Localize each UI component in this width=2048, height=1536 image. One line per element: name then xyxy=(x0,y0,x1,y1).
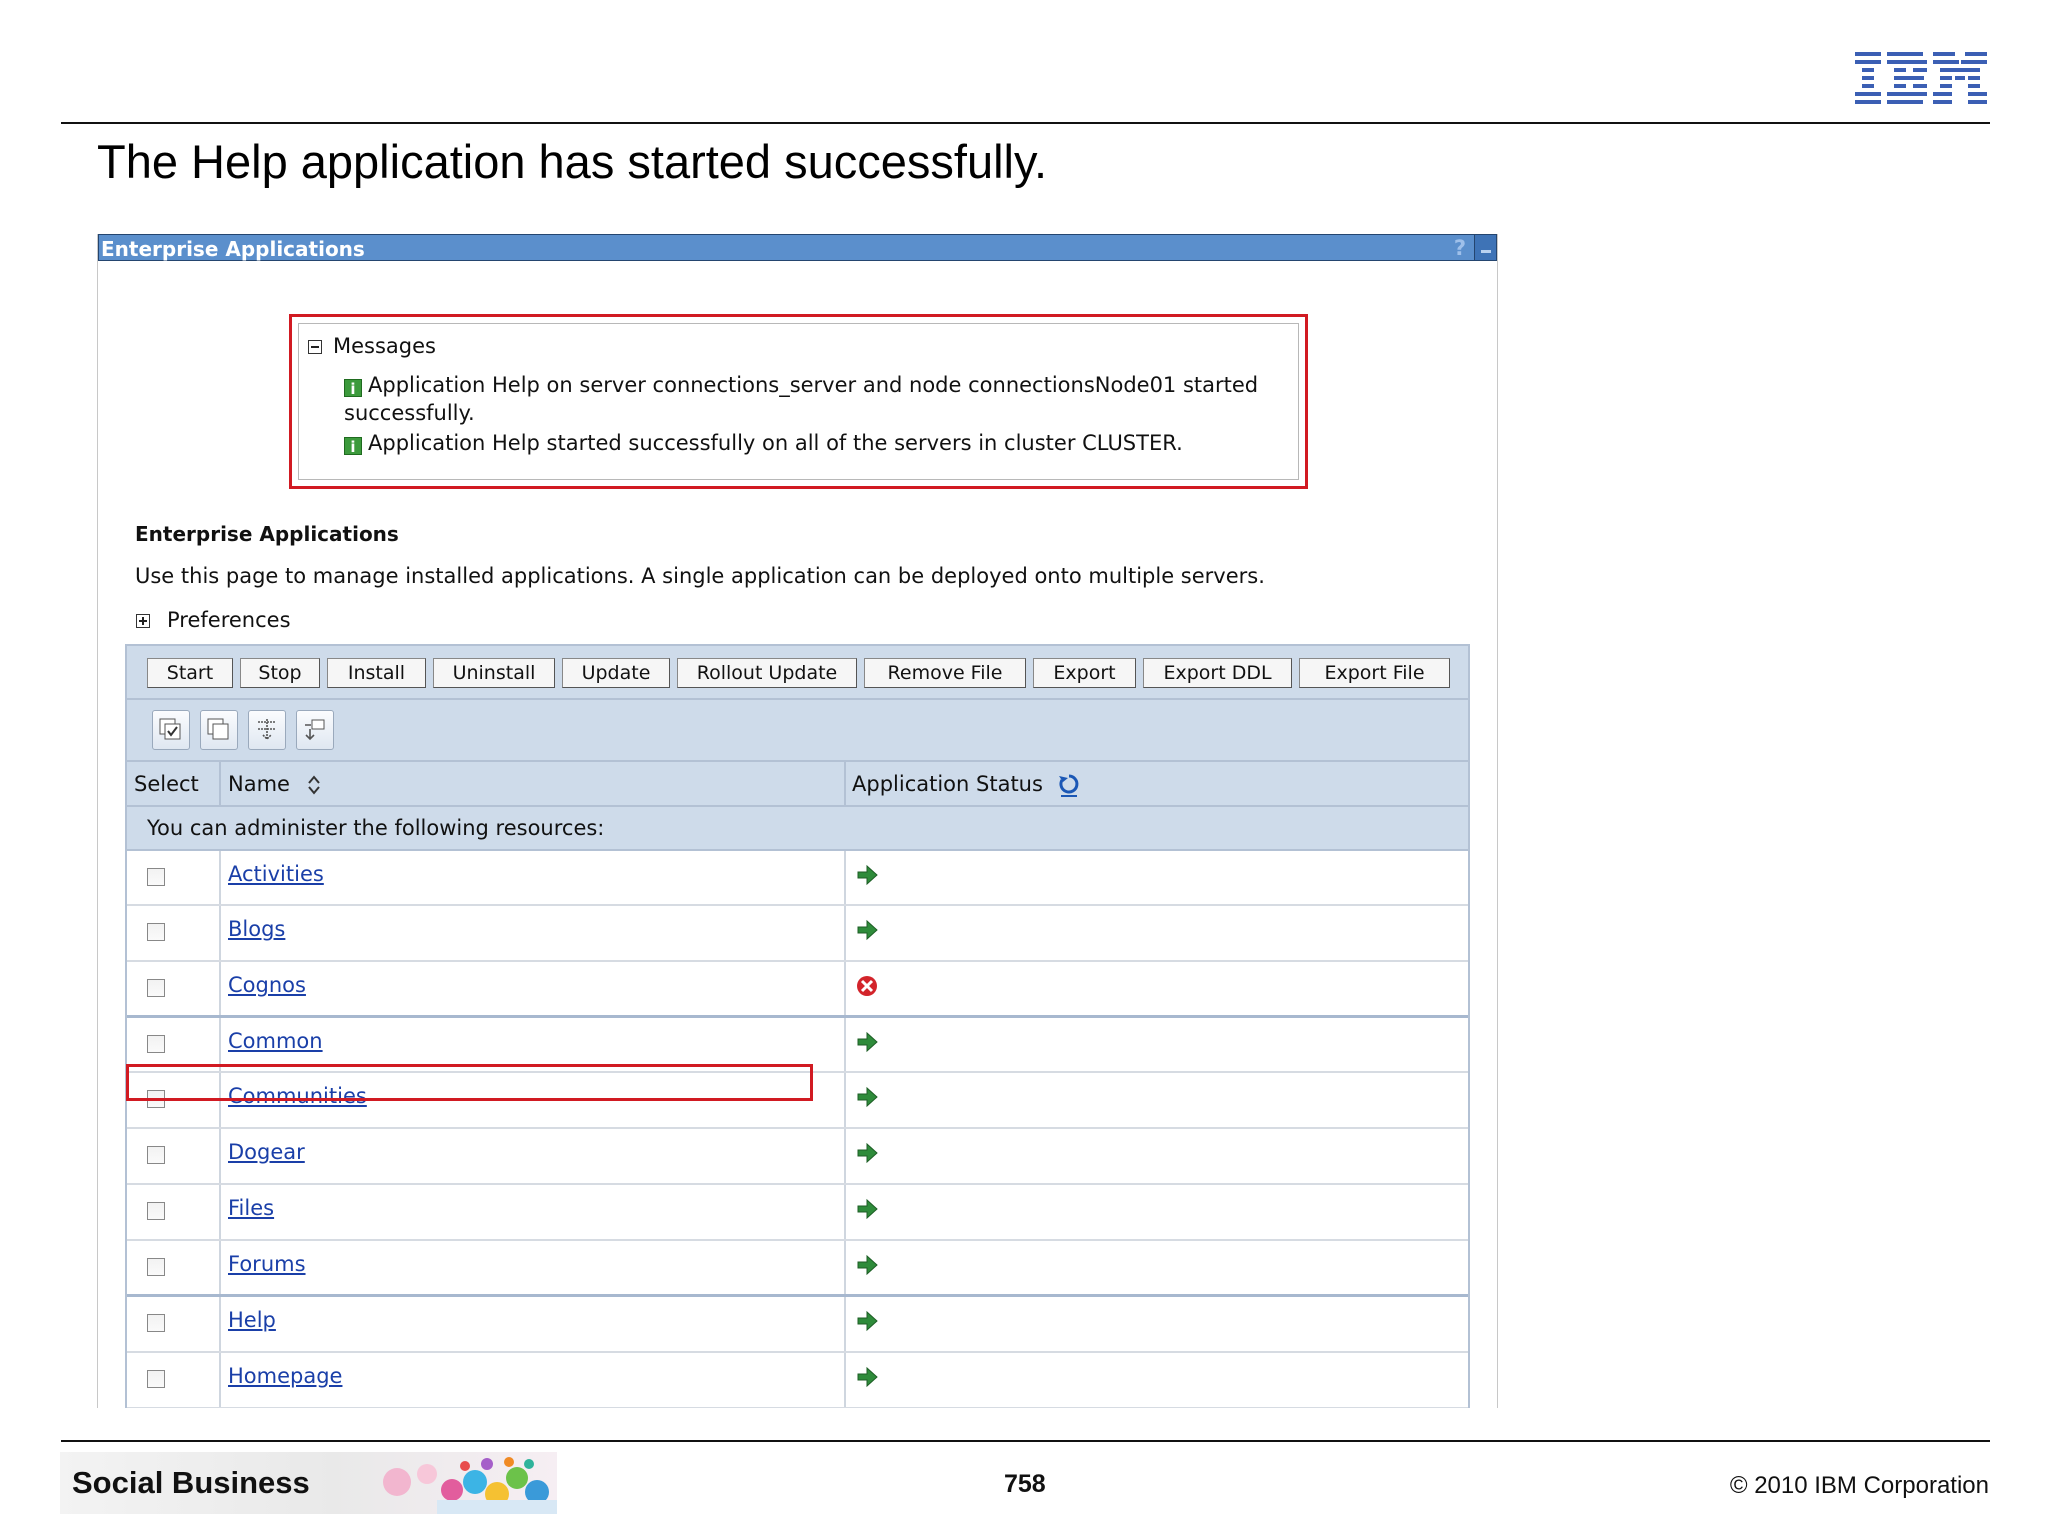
sort-icon[interactable] xyxy=(305,773,323,797)
messages-label: Messages xyxy=(333,334,436,358)
started-arrow-icon xyxy=(857,1310,878,1332)
table-row: Help xyxy=(127,1297,1468,1353)
started-arrow-icon xyxy=(857,864,878,886)
applications-table: Start Stop Install Uninstall Update Roll… xyxy=(125,644,1470,1408)
enterprise-applications-panel: Enterprise Applications ? Messages i Appl… xyxy=(97,234,1498,1408)
table-row: Files xyxy=(127,1185,1468,1241)
preferences-link[interactable]: Preferences xyxy=(167,608,291,632)
stopped-x-icon xyxy=(857,976,877,996)
row-select-checkbox[interactable] xyxy=(147,1370,165,1388)
info-icon: i xyxy=(344,379,362,398)
row-select-checkbox[interactable] xyxy=(147,1035,165,1053)
started-arrow-icon xyxy=(857,1031,878,1053)
message-text: Application Help started successfully on… xyxy=(368,431,1183,455)
application-link[interactable]: Files xyxy=(228,1196,274,1220)
table-row: Homepage xyxy=(127,1353,1468,1408)
help-icon[interactable]: ? xyxy=(1454,236,1466,260)
application-link[interactable]: Forums xyxy=(228,1252,306,1276)
status-column-header: Application Status xyxy=(852,772,1043,796)
export-button[interactable]: Export xyxy=(1033,658,1136,688)
brand-text: Social Business xyxy=(72,1465,310,1500)
expand-preferences-icon[interactable] xyxy=(136,614,150,628)
application-link[interactable]: Dogear xyxy=(228,1140,305,1164)
bottom-divider xyxy=(61,1440,1990,1442)
started-arrow-icon xyxy=(857,1086,878,1108)
messages-highlight-box: Messages i Application Help on server con… xyxy=(289,314,1308,489)
row-select-checkbox[interactable] xyxy=(147,1314,165,1332)
page-number: 758 xyxy=(1004,1470,1046,1498)
info-icon: i xyxy=(344,437,362,456)
deselect-all-icon[interactable] xyxy=(200,710,238,750)
ibm-logo xyxy=(1855,52,1987,104)
copyright: © 2010 IBM Corporation xyxy=(1729,1472,1989,1499)
row-select-checkbox[interactable] xyxy=(147,1090,165,1108)
resources-caption-row: You can administer the following resourc… xyxy=(127,807,1468,851)
social-business-banner: Social Business xyxy=(60,1452,557,1514)
collapse-all-icon[interactable] xyxy=(296,710,334,750)
table-row: Communities xyxy=(127,1073,1468,1129)
action-toolbar: Start Stop Install Uninstall Update Roll… xyxy=(127,646,1468,700)
top-divider xyxy=(61,122,1990,124)
export-file-button[interactable]: Export File xyxy=(1299,658,1450,688)
refresh-icon[interactable] xyxy=(1057,772,1081,798)
application-link[interactable]: Cognos xyxy=(228,973,306,997)
stop-button[interactable]: Stop xyxy=(240,658,320,688)
messages-panel: Messages i Application Help on server con… xyxy=(298,323,1299,480)
row-select-checkbox[interactable] xyxy=(147,979,165,997)
remove-file-button[interactable]: Remove File xyxy=(864,658,1026,688)
message-text: Application Help on server connections_s… xyxy=(344,373,1259,425)
application-link[interactable]: Help xyxy=(228,1308,276,1332)
uninstall-button[interactable]: Uninstall xyxy=(433,658,555,688)
application-link[interactable]: Blogs xyxy=(228,917,285,941)
people-illustration-icon xyxy=(383,1457,557,1514)
started-arrow-icon xyxy=(857,1198,878,1220)
message-item: i Application Help started successfully o… xyxy=(344,429,1294,457)
start-button[interactable]: Start xyxy=(147,658,233,688)
table-header: Select Name Application Status xyxy=(127,762,1468,807)
install-button[interactable]: Install xyxy=(327,658,426,688)
started-arrow-icon xyxy=(857,1254,878,1276)
started-arrow-icon xyxy=(857,1142,878,1164)
row-select-checkbox[interactable] xyxy=(147,1258,165,1276)
table-body: Activities Blogs Cognos Common Communities Do… xyxy=(127,851,1468,1408)
started-arrow-icon xyxy=(857,919,878,941)
table-row: Activities xyxy=(127,851,1468,906)
table-row: Common xyxy=(127,1018,1468,1073)
name-column-header[interactable]: Name xyxy=(228,772,290,796)
message-item: i Application Help on server connections_… xyxy=(344,371,1294,427)
expand-all-icon[interactable] xyxy=(248,710,286,750)
select-all-icon[interactable] xyxy=(152,710,190,750)
section-description: Use this page to manage installed applic… xyxy=(135,564,1265,588)
row-select-checkbox[interactable] xyxy=(147,868,165,886)
update-button[interactable]: Update xyxy=(562,658,670,688)
minimize-icon[interactable] xyxy=(1474,235,1496,260)
section-title: Enterprise Applications xyxy=(135,522,399,546)
table-row: Forums xyxy=(127,1241,1468,1297)
export-ddl-button[interactable]: Export DDL xyxy=(1143,658,1292,688)
started-arrow-icon xyxy=(857,1366,878,1388)
select-column-header: Select xyxy=(134,772,199,796)
collapse-messages-icon[interactable] xyxy=(308,340,322,354)
panel-header: Enterprise Applications ? xyxy=(98,234,1497,261)
table-row: Cognos xyxy=(127,962,1468,1018)
slide-title: The Help application has started success… xyxy=(97,135,1048,188)
application-link[interactable]: Activities xyxy=(228,862,324,886)
row-select-checkbox[interactable] xyxy=(147,923,165,941)
resources-caption: You can administer the following resourc… xyxy=(147,816,605,840)
table-row: Dogear xyxy=(127,1129,1468,1185)
application-link[interactable]: Homepage xyxy=(228,1364,342,1388)
row-select-checkbox[interactable] xyxy=(147,1146,165,1164)
panel-title: Enterprise Applications xyxy=(101,237,365,261)
application-link[interactable]: Common xyxy=(228,1029,323,1053)
row-select-checkbox[interactable] xyxy=(147,1202,165,1220)
rollout-update-button[interactable]: Rollout Update xyxy=(677,658,857,688)
icon-toolbar xyxy=(127,700,1468,762)
application-link[interactable]: Communities xyxy=(228,1084,367,1108)
table-row: Blogs xyxy=(127,906,1468,962)
